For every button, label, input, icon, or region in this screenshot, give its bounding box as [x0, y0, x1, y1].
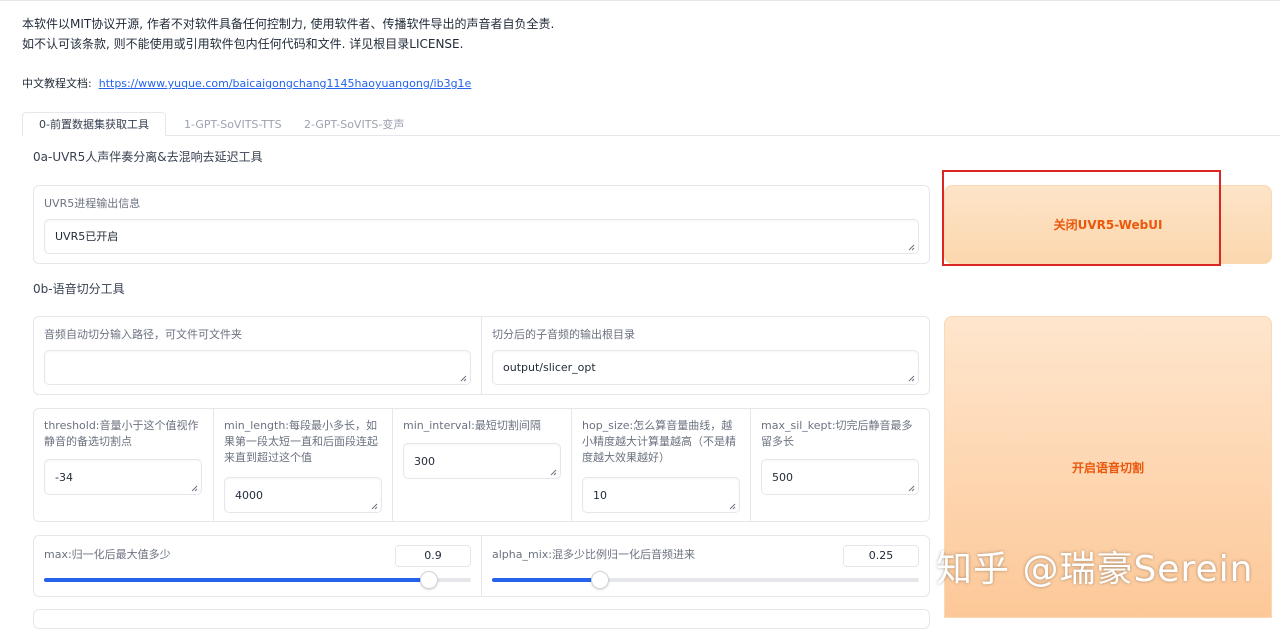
threshold-label: threshold:音量小于这个值视作静音的备选切割点	[44, 419, 199, 448]
column-divider	[481, 536, 482, 596]
tab-gpt-sovits-voice-change[interactable]: 2-GPT-SoVITS-变声	[304, 114, 404, 136]
slicer-params-block: threshold:音量小于这个值视作静音的备选切割点 -34 min_leng…	[33, 408, 930, 522]
slider-block: max:归一化后最大值多少 0.9 alpha_mix:混多少比例归一化后音频进…	[33, 535, 930, 597]
watermark: 知乎 @瑞豪Serein	[936, 549, 1254, 590]
resize-handle-icon[interactable]	[908, 485, 915, 492]
resize-handle-icon[interactable]	[550, 469, 557, 476]
slicer-section-title: 0b-语音切分工具	[33, 282, 125, 296]
min-length-value: 4000	[235, 489, 263, 502]
alpha-mix-slider-thumb[interactable]	[591, 571, 609, 589]
slicer-output-path-field[interactable]: output/slicer_opt	[492, 350, 919, 385]
threshold-value: -34	[55, 471, 73, 484]
column-divider	[750, 409, 751, 521]
max-sil-kept-value: 500	[772, 471, 793, 484]
resize-handle-icon[interactable]	[460, 375, 467, 382]
max-slider[interactable]	[44, 571, 471, 589]
next-row-block	[33, 609, 930, 629]
min-interval-value: 300	[414, 455, 435, 468]
max-sil-kept-label: max_sil_kept:切完后静音最多留多长	[761, 419, 913, 448]
hop-size-value: 10	[593, 489, 607, 502]
min-interval-field[interactable]: 300	[403, 443, 561, 479]
resize-handle-icon[interactable]	[371, 503, 378, 510]
uvr5-output-block: UVR5进程输出信息 UVR5已开启	[33, 185, 930, 264]
max-label: max:归一化后最大值多少	[44, 548, 171, 561]
column-divider	[392, 409, 393, 521]
license-notice-line2: 如不认可该条款, 则不能使用或引用软件包内任何代码和文件. 详见根目录LICEN…	[22, 37, 464, 51]
slicer-output-label: 切分后的子音频的输出根目录	[492, 328, 635, 341]
alpha-mix-label: alpha_mix:混多少比例归一化后音频进来	[492, 548, 695, 561]
slicer-input-label: 音频自动切分输入路径，可文件可文件夹	[44, 328, 242, 341]
max-number-input[interactable]: 0.9	[395, 545, 471, 567]
threshold-field[interactable]: -34	[44, 459, 202, 495]
tutorial-doc-row: 中文教程文档: https://www.yuque.com/baicaigong…	[22, 75, 471, 91]
top-divider	[0, 0, 1280, 1]
tutorial-doc-label: 中文教程文档:	[22, 77, 92, 90]
hop-size-field[interactable]: 10	[582, 477, 740, 513]
uvr5-section-title: 0a-UVR5人声伴奏分离&去混响去延迟工具	[33, 150, 263, 164]
resize-handle-icon[interactable]	[191, 485, 198, 492]
uvr5-output-value: UVR5已开启	[55, 230, 119, 243]
annotation-highlight-box	[942, 170, 1221, 266]
column-divider	[571, 409, 572, 521]
min-length-label: min_length:每段最小多长，如果第一段太短一直和后面段连起来直到超过这个…	[224, 419, 378, 464]
hop-size-label: hop_size:怎么算音量曲线，越小精度越大计算量越高（不是精度越大效果越好）	[582, 419, 736, 464]
alpha-mix-number-input[interactable]: 0.25	[843, 545, 919, 567]
resize-handle-icon[interactable]	[908, 244, 915, 251]
alpha-mix-slider-fill	[492, 578, 599, 582]
license-notice-line1: 本软件以MIT协议开源, 作者不对软件具备任何控制力, 使用软件者、传播软件导出…	[22, 17, 555, 31]
tab-dataset-tools[interactable]: 0-前置数据集获取工具	[22, 112, 166, 136]
resize-handle-icon[interactable]	[908, 375, 915, 382]
max-slider-thumb[interactable]	[420, 571, 438, 589]
max-sil-kept-field[interactable]: 500	[761, 459, 919, 495]
slicer-output-value: output/slicer_opt	[503, 361, 596, 374]
resize-handle-icon[interactable]	[729, 503, 736, 510]
tab-gpt-sovits-tts[interactable]: 1-GPT-SoVITS-TTS	[184, 114, 282, 136]
alpha-mix-slider[interactable]	[492, 571, 919, 589]
column-divider	[481, 317, 482, 394]
max-slider-fill	[44, 578, 428, 582]
tutorial-doc-link[interactable]: https://www.yuque.com/baicaigongchang114…	[99, 77, 472, 90]
uvr5-output-textbox[interactable]: UVR5已开启	[44, 219, 919, 254]
min-length-field[interactable]: 4000	[224, 477, 382, 513]
slicer-input-path-field[interactable]	[44, 350, 471, 385]
uvr5-output-label: UVR5进程输出信息	[44, 197, 141, 210]
min-interval-label: min_interval:最短切割间隔	[403, 419, 541, 432]
slicer-paths-block: 音频自动切分输入路径，可文件可文件夹 切分后的子音频的输出根目录 output/…	[33, 316, 930, 395]
column-divider	[213, 409, 214, 521]
